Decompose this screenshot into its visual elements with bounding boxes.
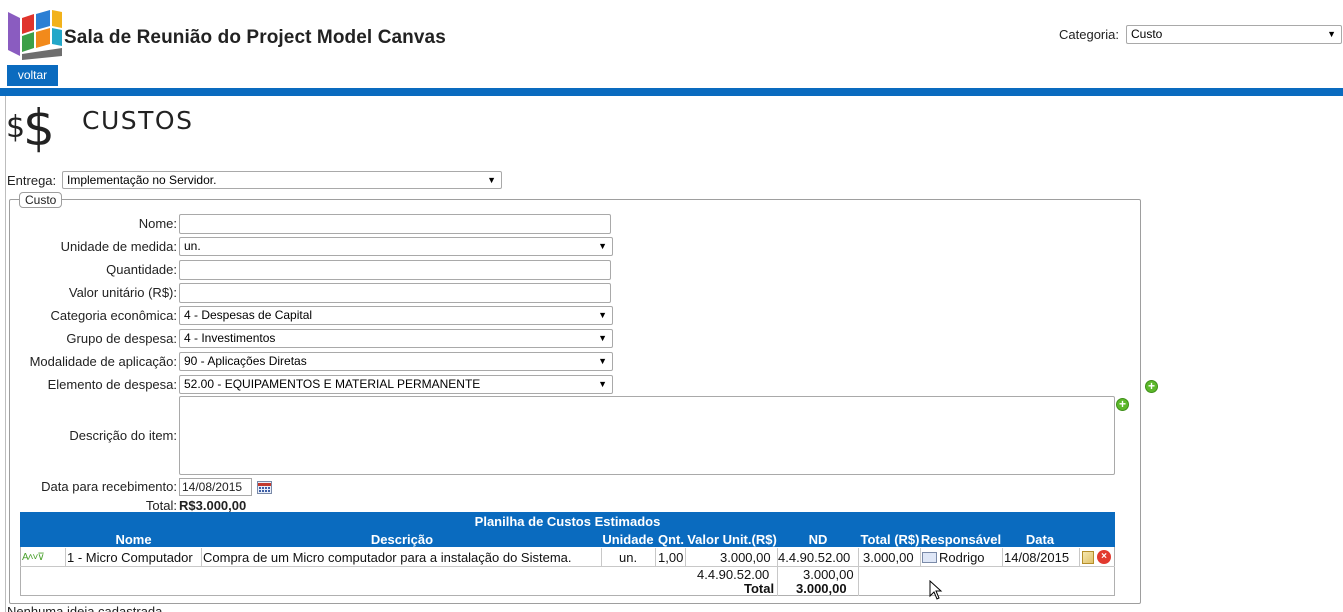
col-data: Data bbox=[1025, 532, 1055, 547]
cell-nome: 1 - Micro Computador bbox=[67, 550, 193, 565]
col-divider bbox=[1079, 548, 1080, 566]
calendar-icon[interactable] bbox=[257, 481, 272, 494]
empty-ideas-message: Nenhuma ideia cadastrada bbox=[7, 604, 163, 612]
col-qnt: Qnt. bbox=[658, 532, 684, 547]
section-title: CUSTOS bbox=[82, 106, 194, 135]
entrega-select[interactable]: Implementação no Servidor. ▼ bbox=[62, 171, 502, 189]
valor-unitario-input[interactable] bbox=[179, 283, 611, 303]
cell-descricao: Compra de um Micro computador para a ins… bbox=[203, 550, 572, 565]
chevron-down-icon: ▼ bbox=[1327, 29, 1336, 39]
back-button[interactable]: voltar bbox=[7, 65, 58, 86]
col-divider bbox=[655, 548, 656, 566]
total-row-label: Total bbox=[744, 581, 775, 596]
row-divider bbox=[20, 566, 1115, 567]
grupo-despesa-select[interactable]: 4 - Investimentos ▼ bbox=[179, 329, 613, 348]
cell-valor-unit: 3.000,00 bbox=[720, 550, 771, 565]
cell-responsavel: Rodrigo bbox=[939, 550, 985, 565]
modalidade-select[interactable]: 90 - Aplicações Diretas ▼ bbox=[179, 352, 613, 371]
col-responsavel: Responsável bbox=[920, 532, 1002, 547]
grupo-despesa-value: 4 - Investimentos bbox=[184, 331, 276, 345]
entrega-label: Entrega: bbox=[7, 173, 57, 188]
elemento-despesa-value: 52.00 - EQUIPAMENTOS E MATERIAL PERMANEN… bbox=[184, 377, 481, 391]
cell-data: 14/08/2015 bbox=[1004, 550, 1070, 565]
mouse-cursor-icon bbox=[929, 580, 943, 600]
cell-nd: 4.4.90.52.00 bbox=[778, 550, 851, 565]
valor-unitario-label: Valor unitário (R$): bbox=[68, 285, 177, 300]
quantidade-input[interactable] bbox=[179, 260, 611, 280]
col-unidade: Unidade bbox=[602, 532, 654, 547]
category-label: Categoria: bbox=[1059, 27, 1119, 42]
elemento-despesa-label: Elemento de despesa: bbox=[47, 377, 177, 392]
reorder-arrows-icon[interactable]: Α˄˅⊽ bbox=[22, 552, 45, 563]
nome-label: Nome: bbox=[138, 216, 177, 231]
header-divider bbox=[0, 88, 1343, 96]
chevron-down-icon: ▼ bbox=[598, 356, 607, 366]
modalidade-value: 90 - Aplicações Diretas bbox=[184, 354, 307, 368]
col-valor-unit: Valor Unit.(R$) bbox=[687, 532, 777, 547]
elemento-despesa-select[interactable]: 52.00 - EQUIPAMENTOS E MATERIAL PERMANEN… bbox=[179, 375, 613, 394]
table-caption: Planilha de Custos Estimados bbox=[474, 514, 661, 529]
svg-text:$: $ bbox=[23, 99, 55, 157]
chevron-down-icon: ▼ bbox=[598, 379, 607, 389]
dollar-icon: $ $ bbox=[6, 99, 55, 157]
descricao-textarea[interactable] bbox=[179, 396, 1115, 475]
col-divider bbox=[65, 548, 66, 566]
categoria-economica-label: Categoria econômica: bbox=[50, 308, 177, 323]
descricao-label: Descrição do item: bbox=[69, 428, 177, 443]
col-divider bbox=[685, 548, 686, 566]
total-row-value: 3.000,00 bbox=[796, 581, 847, 596]
unidade-label: Unidade de medida: bbox=[60, 239, 177, 254]
entrega-select-value: Implementação no Servidor. bbox=[67, 173, 217, 187]
col-divider bbox=[201, 548, 202, 566]
grupo-despesa-label: Grupo de despesa: bbox=[66, 331, 177, 346]
col-divider bbox=[920, 548, 921, 566]
data-recebimento-label: Data para recebimento: bbox=[41, 479, 177, 494]
col-total: Total (R$) bbox=[860, 532, 920, 547]
add-description-icon[interactable]: + bbox=[1116, 398, 1129, 411]
col-divider bbox=[1002, 548, 1003, 566]
total-value: R$3.000,00 bbox=[179, 498, 247, 513]
edit-icon[interactable] bbox=[1082, 551, 1094, 564]
subtotal-nd: 4.4.90.52.00 bbox=[697, 567, 770, 582]
responsavel-dropdown-icon[interactable] bbox=[922, 552, 937, 563]
nome-input[interactable] bbox=[179, 214, 611, 234]
category-select[interactable]: Custo ▼ bbox=[1126, 25, 1342, 44]
fieldset-legend: Custo bbox=[19, 192, 63, 208]
unidade-select-value: un. bbox=[184, 239, 201, 253]
col-descricao: Descrição bbox=[370, 532, 434, 547]
delete-icon[interactable]: × bbox=[1097, 550, 1111, 564]
data-recebimento-input[interactable]: 14/08/2015 bbox=[179, 478, 252, 496]
col-divider bbox=[858, 548, 859, 596]
app-title: Sala de Reunião do Project Model Canvas bbox=[64, 27, 446, 48]
chevron-down-icon: ▼ bbox=[598, 241, 607, 251]
cell-total: 3.000,00 bbox=[863, 550, 914, 565]
chevron-down-icon: ▼ bbox=[598, 333, 607, 343]
unidade-select[interactable]: un. ▼ bbox=[179, 237, 613, 256]
categoria-economica-value: 4 - Despesas de Capital bbox=[184, 308, 313, 322]
cell-unidade: un. bbox=[619, 550, 638, 565]
col-nd: ND bbox=[808, 532, 828, 547]
chevron-down-icon: ▼ bbox=[598, 310, 607, 320]
col-divider bbox=[601, 548, 602, 566]
cell-qnt: 1,00 bbox=[658, 550, 684, 565]
app-logo bbox=[8, 10, 62, 60]
subtotal-value: 3.000,00 bbox=[803, 567, 854, 582]
table-header: Planilha de Custos Estimados Nome Descri… bbox=[20, 512, 1115, 547]
add-icon[interactable]: + bbox=[1145, 380, 1158, 393]
quantidade-label: Quantidade: bbox=[106, 262, 177, 277]
total-label: Total: bbox=[145, 498, 177, 513]
category-select-value: Custo bbox=[1131, 27, 1163, 41]
content-border bbox=[5, 96, 6, 612]
categoria-economica-select[interactable]: 4 - Despesas de Capital ▼ bbox=[179, 306, 613, 325]
modalidade-label: Modalidade de aplicação: bbox=[29, 354, 177, 369]
chevron-down-icon: ▼ bbox=[487, 175, 496, 185]
